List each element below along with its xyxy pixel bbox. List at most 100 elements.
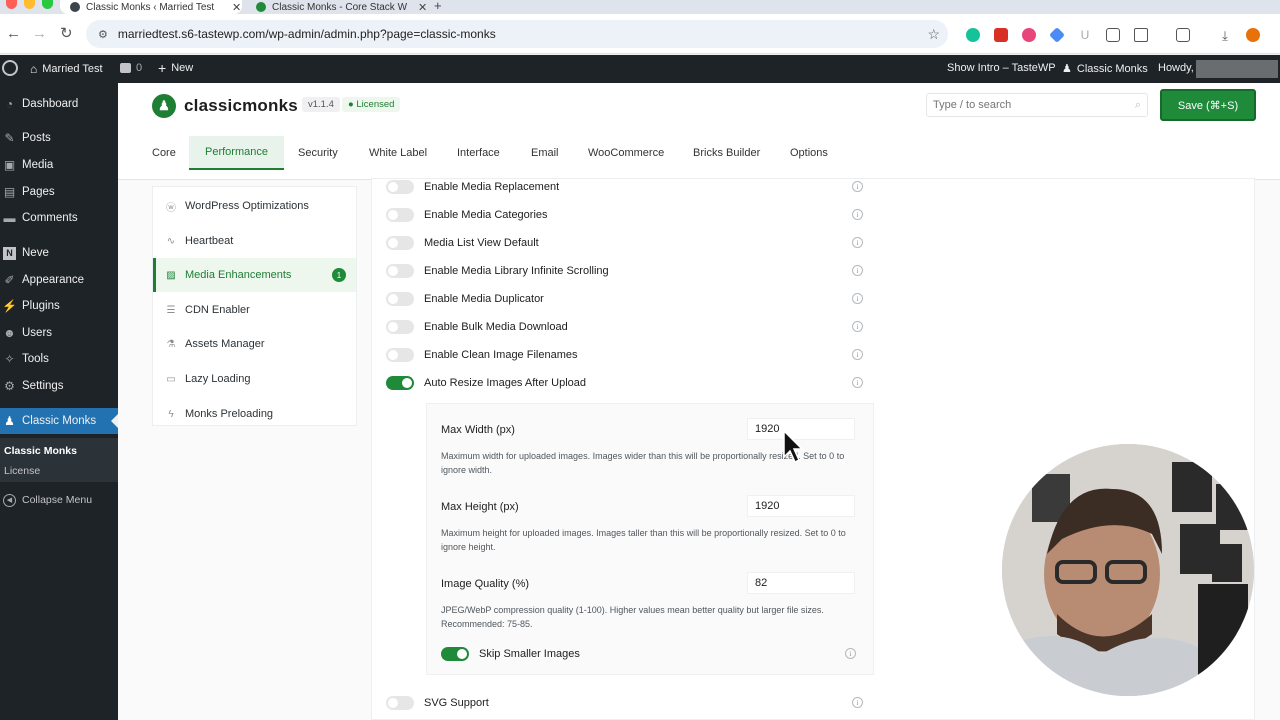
setting-media-duplicator: Enable Media Duplicator	[386, 287, 876, 311]
home-icon: ⌂	[30, 62, 38, 76]
close-tab-icon[interactable]: ✕	[418, 1, 427, 14]
info-icon[interactable]: i	[852, 265, 863, 276]
subnav-lazy-loading[interactable]: ▭ Lazy Loading	[153, 362, 356, 396]
subnav-monks-preloading[interactable]: ϟ Monks Preloading	[153, 397, 356, 431]
menu-classic-monks[interactable]: ♟ Classic Monks	[0, 408, 118, 434]
wp-admin-menu: ◔ Dashboard ✎ Posts ▣ Media ▤ Pages ▬ Comment…	[0, 83, 118, 720]
window-minimize-button[interactable]	[24, 0, 35, 9]
tab-performance[interactable]: Performance	[189, 136, 284, 170]
forward-arrow-icon[interactable]: →	[32, 26, 47, 42]
menu-users[interactable]: ☻ Users	[0, 320, 118, 346]
toggle-switch[interactable]	[386, 236, 414, 250]
window-maximize-button[interactable]	[42, 0, 53, 9]
tab-security[interactable]: Security	[282, 136, 354, 170]
search-input[interactable]	[933, 99, 1113, 111]
comments-link[interactable]: 0	[120, 62, 142, 74]
tab-title: Classic Monks - Core Stack W	[272, 1, 408, 13]
toggle-switch[interactable]	[386, 320, 414, 334]
menu-neve[interactable]: N Neve	[0, 240, 118, 266]
side-panel-icon[interactable]	[1176, 28, 1190, 42]
menu-dashboard[interactable]: ◔ Dashboard	[0, 91, 118, 117]
new-tab-button[interactable]: +	[434, 0, 442, 13]
tab-woocommerce[interactable]: WooCommerce	[572, 136, 680, 170]
collapse-menu-button[interactable]: ◀ Collapse Menu	[0, 487, 118, 513]
menu-settings[interactable]: ⚙ Settings	[0, 373, 118, 399]
profile-avatar-icon[interactable]	[1246, 28, 1260, 42]
bookmark-star-icon[interactable]: ☆	[927, 26, 940, 43]
classicmonks-logo: ♟ classicmonks	[152, 94, 298, 118]
menu-plugins[interactable]: ⚡ Plugins	[0, 293, 118, 319]
subnav-media-enhancements[interactable]: ▨ Media Enhancements 1	[153, 258, 356, 292]
menu-media[interactable]: ▣ Media	[0, 152, 118, 178]
site-name-link[interactable]: ⌂ Married Test	[30, 62, 103, 76]
address-bar[interactable]: ⚙ marriedtest.s6-tastewp.com/wp-admin/ad…	[86, 20, 948, 48]
info-icon[interactable]: i	[852, 181, 863, 192]
menu-label: Dashboard	[22, 98, 79, 110]
window-close-button[interactable]	[6, 0, 17, 9]
menu-appearance[interactable]: ✐ Appearance	[0, 267, 118, 293]
extension-camera-icon[interactable]	[1022, 28, 1036, 42]
info-icon[interactable]: i	[852, 209, 863, 220]
user-account-blurred[interactable]	[1196, 60, 1278, 78]
tab-core[interactable]: Core	[136, 136, 192, 170]
info-icon[interactable]: i	[852, 293, 863, 304]
tab-options[interactable]: Options	[774, 136, 844, 170]
tab-email[interactable]: Email	[515, 136, 575, 170]
grammarly-extension-icon[interactable]	[966, 28, 980, 42]
toggle-switch[interactable]	[386, 180, 414, 194]
new-content-link[interactable]: + New	[158, 61, 193, 75]
extension-tag-icon[interactable]	[1049, 27, 1065, 43]
tab-bricks-builder[interactable]: Bricks Builder	[677, 136, 776, 170]
reload-icon[interactable]: ↻	[60, 26, 73, 42]
browser-tab-classic-monks[interactable]: Classic Monks ‹ Married Test ✕	[60, 0, 242, 14]
menu-posts[interactable]: ✎ Posts	[0, 125, 118, 151]
tab-interface[interactable]: Interface	[441, 136, 516, 170]
wordpress-logo-icon[interactable]	[2, 60, 18, 76]
extensions-puzzle-icon[interactable]	[1134, 28, 1148, 42]
howdy-link[interactable]: Howdy,	[1158, 62, 1194, 74]
download-icon[interactable]: ⤓	[1218, 28, 1232, 43]
site-settings-icon[interactable]: ⚙	[98, 28, 108, 41]
submenu-license[interactable]: License	[4, 465, 40, 477]
setting-label: Enable Media Replacement	[424, 181, 560, 193]
toggle-switch[interactable]	[386, 208, 414, 222]
info-icon[interactable]: i	[852, 349, 863, 360]
menu-label: Users	[22, 327, 53, 339]
info-icon[interactable]: i	[852, 377, 863, 388]
info-icon[interactable]: i	[845, 648, 856, 659]
subnav-assets-manager[interactable]: ⚗ Assets Manager	[153, 327, 356, 361]
extension-screenshot-icon[interactable]	[1106, 28, 1120, 42]
classic-monks-adminbar-link[interactable]: ♟ Classic Monks	[1062, 62, 1148, 76]
menu-tools[interactable]: ✧ Tools	[0, 346, 118, 372]
toggle-switch[interactable]	[386, 292, 414, 306]
menu-pages[interactable]: ▤ Pages	[0, 179, 118, 205]
info-icon[interactable]: i	[852, 697, 863, 708]
info-icon[interactable]: i	[852, 321, 863, 332]
subnav-cdn-enabler[interactable]: ☰ CDN Enabler	[153, 293, 356, 327]
toggle-switch[interactable]	[386, 348, 414, 362]
browser-tab-core-stack[interactable]: Classic Monks - Core Stack W ✕	[246, 0, 428, 14]
subnav-heartbeat[interactable]: ∿ Heartbeat	[153, 224, 356, 258]
presenter-webcam-overlay	[1002, 444, 1254, 696]
back-arrow-icon[interactable]: ←	[6, 26, 21, 42]
close-tab-icon[interactable]: ✕	[232, 1, 241, 14]
wp-admin-bar: ⌂ Married Test 0 + New Show Intro – Tast…	[0, 55, 1280, 83]
max-height-input[interactable]	[747, 495, 855, 517]
licensed-badge: ● Licensed	[342, 97, 401, 112]
extension-red-icon[interactable]	[994, 28, 1008, 42]
info-icon[interactable]: i	[852, 237, 863, 248]
toggle-switch-on[interactable]	[441, 647, 469, 661]
tab-white-label[interactable]: White Label	[353, 136, 443, 170]
toggle-switch[interactable]	[386, 264, 414, 278]
menu-comments[interactable]: ▬ Comments	[0, 205, 118, 231]
save-button[interactable]: Save (⌘+S)	[1160, 89, 1256, 121]
image-quality-input[interactable]	[747, 572, 855, 594]
toggle-switch-on[interactable]	[386, 376, 414, 390]
extension-u-icon[interactable]: U	[1078, 28, 1092, 42]
show-intro-link[interactable]: Show Intro – TasteWP	[947, 62, 1056, 74]
toggle-switch[interactable]	[386, 696, 414, 710]
settings-search[interactable]: ⌕	[926, 93, 1148, 117]
subnav-wordpress-optimizations[interactable]: ⓦ WordPress Optimizations	[153, 189, 356, 223]
image-quality-label: Image Quality (%)	[441, 578, 530, 590]
submenu-classic-monks[interactable]: Classic Monks	[4, 445, 77, 457]
